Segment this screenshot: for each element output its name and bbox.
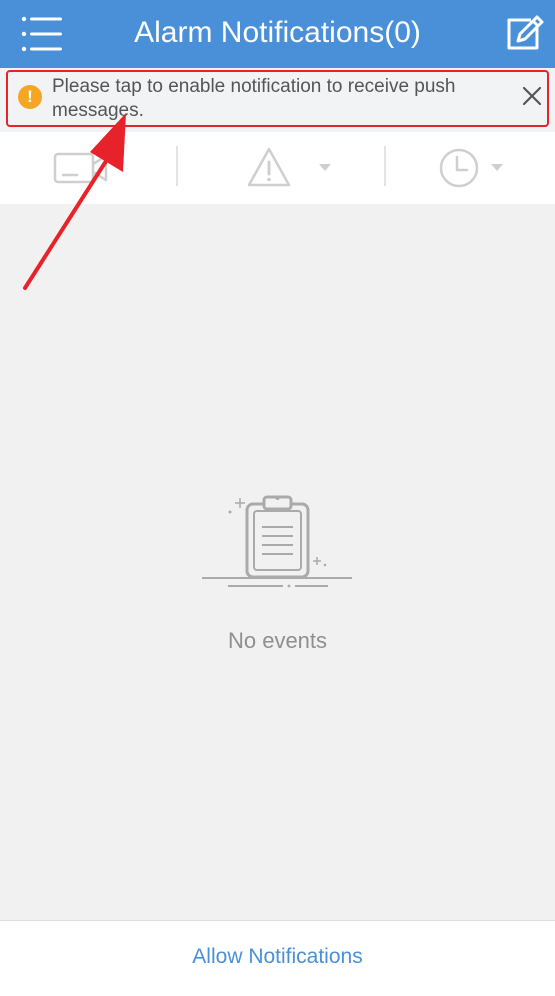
close-banner-button[interactable]	[521, 85, 543, 107]
app-header: Alarm Notifications(0)	[0, 0, 555, 68]
time-filter[interactable]	[436, 144, 508, 192]
warning-exclamation-icon: !	[18, 85, 42, 109]
clock-icon	[439, 148, 479, 188]
alert-triangle-icon	[247, 147, 291, 187]
clipboard-icon	[202, 495, 352, 588]
banner-message[interactable]: Please tap to enable notification to rec…	[52, 75, 502, 123]
camera-filter[interactable]	[52, 144, 112, 192]
filter-divider	[384, 146, 386, 186]
allow-notifications-button[interactable]: Allow Notifications	[0, 945, 555, 969]
filter-divider	[176, 146, 178, 186]
events-list: No events	[0, 204, 555, 920]
close-icon	[522, 86, 542, 106]
camera-icon	[53, 152, 108, 184]
filter-bar	[0, 132, 555, 204]
edit-button[interactable]	[501, 12, 545, 56]
edit-pencil-icon	[507, 15, 544, 50]
notification-banner[interactable]: ! Please tap to enable notification to r…	[0, 68, 555, 132]
chevron-down-icon	[491, 164, 503, 171]
chevron-down-icon	[319, 164, 331, 171]
footer-bar: Allow Notifications	[0, 920, 555, 996]
page-title: Alarm Notifications(0)	[134, 16, 421, 49]
alert-type-filter[interactable]	[244, 144, 340, 192]
empty-state-text: No events	[227, 628, 328, 653]
